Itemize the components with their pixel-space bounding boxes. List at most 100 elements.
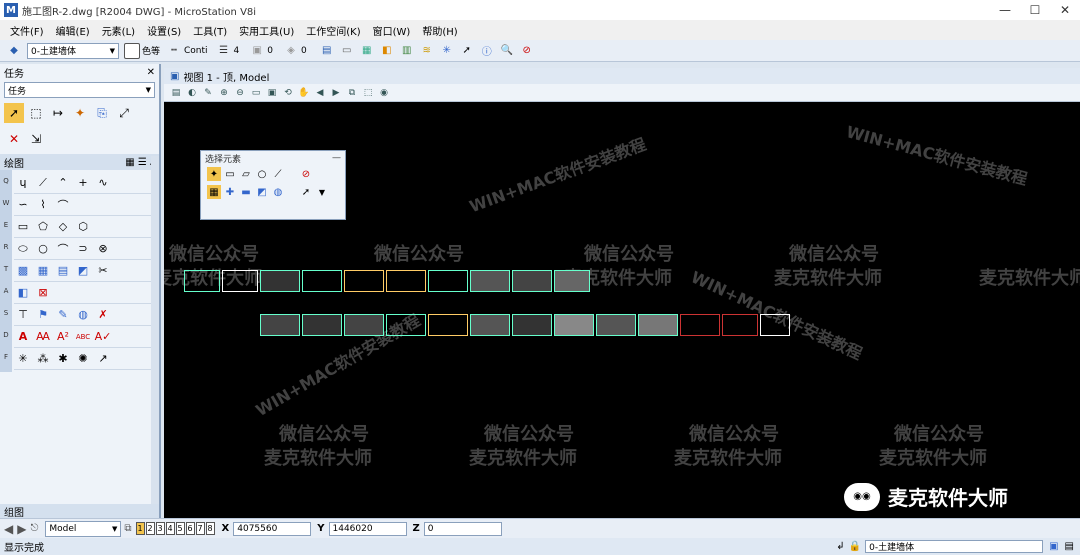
shape-select-icon[interactable]: ▱	[239, 167, 253, 181]
camera-icon[interactable]: ◉	[378, 87, 390, 99]
line-select-icon[interactable]: ⟋	[271, 167, 285, 181]
view-button-6[interactable]: 6	[185, 522, 195, 535]
drawing-sheet[interactable]	[760, 314, 790, 336]
hatch-icon[interactable]: ▩	[14, 262, 32, 280]
menu-settings[interactable]: 设置(S)	[147, 23, 181, 38]
color-icon[interactable]	[124, 42, 140, 59]
text-icon[interactable]: A	[14, 328, 32, 346]
delete-pattern-icon[interactable]: ✂	[94, 262, 112, 280]
drawing-sheet[interactable]	[386, 270, 426, 292]
drawing-sheet[interactable]	[470, 270, 510, 292]
clear-select-icon[interactable]: ◍	[271, 185, 285, 199]
priority-value[interactable]: 0	[301, 46, 307, 56]
measure-icon[interactable]: ⇲	[26, 129, 46, 149]
polyline-icon[interactable]: ⌒	[54, 196, 72, 214]
update-icon[interactable]: ✎	[202, 87, 214, 99]
drawing-section-header[interactable]: 绘图 ▦ ☰ ▴	[0, 154, 159, 170]
menu-edit[interactable]: 编辑(E)	[56, 23, 90, 38]
select-arrow-icon[interactable]: ➚	[459, 43, 475, 59]
individual-select-icon[interactable]: ✦	[207, 167, 221, 181]
dimension-angular-icon[interactable]: ✱	[54, 350, 72, 368]
drawing-sheet[interactable]	[554, 314, 594, 336]
drawing-sheet[interactable]	[596, 314, 636, 336]
leader-icon[interactable]: ↗	[94, 350, 112, 368]
linestyle-icon[interactable]: ┅	[166, 43, 182, 59]
display-style-icon[interactable]: ◐	[186, 87, 198, 99]
info-icon[interactable]: ⓘ	[479, 43, 495, 59]
copy-view-icon[interactable]: ⧉	[346, 87, 358, 99]
view-button-4[interactable]: 4	[165, 522, 175, 535]
weight-value[interactable]: 4	[234, 46, 240, 56]
search-icon[interactable]: 🔍	[499, 43, 515, 59]
menu-help[interactable]: 帮助(H)	[422, 23, 457, 38]
message-icon[interactable]: ▤	[1065, 541, 1074, 552]
save-icon[interactable]: ▣	[1049, 541, 1058, 552]
y-coordinate-field[interactable]: 1446020	[328, 521, 407, 536]
element-selection-icon[interactable]: ➚	[4, 103, 24, 123]
references-icon[interactable]: ▦	[359, 43, 375, 59]
subtract-select-icon[interactable]: ▬	[239, 185, 253, 199]
arc-angle-icon[interactable]: ⊗	[94, 240, 112, 258]
transparency-icon[interactable]: ▣	[249, 43, 265, 59]
polygon-icon[interactable]: ⬠	[34, 218, 52, 236]
text-edit-icon[interactable]: A²	[54, 328, 72, 346]
delete-tag-icon[interactable]: ✗	[94, 306, 112, 324]
drawing-sheet[interactable]	[428, 314, 468, 336]
menu-utilities[interactable]: 实用工具(U)	[239, 23, 294, 38]
drawing-sheet[interactable]	[260, 270, 300, 292]
abc-icon[interactable]: ABC	[74, 328, 92, 346]
raster-icon[interactable]: ◧	[379, 43, 395, 59]
regular-polygon-icon[interactable]: ⬡	[74, 218, 92, 236]
pan-icon[interactable]: ✋	[298, 87, 310, 99]
fit-view-icon[interactable]: ▣	[266, 87, 278, 99]
view-button-7[interactable]: 7	[195, 522, 205, 535]
drawing-sheet[interactable]	[428, 270, 468, 292]
group-section-header[interactable]: 组图	[0, 504, 159, 519]
drawing-sheet[interactable]	[344, 270, 384, 292]
view-button-5[interactable]: 5	[175, 522, 185, 535]
drawing-sheet[interactable]	[722, 314, 758, 336]
place-text-icon[interactable]: ⊤	[14, 306, 32, 324]
dimension-icon[interactable]: ✳	[14, 350, 32, 368]
shape-icon[interactable]: ◇	[54, 218, 72, 236]
snap-mode-icon[interactable]: ↲	[836, 541, 844, 552]
drawing-sheet[interactable]	[554, 270, 590, 292]
add-select-icon[interactable]: ✚	[223, 185, 237, 199]
rectangle-icon[interactable]: ▭	[14, 218, 32, 236]
pointer-icon[interactable]: ➚	[299, 185, 313, 199]
smartline-icon[interactable]: ɥ	[14, 174, 32, 192]
group-icon[interactable]: ◧	[14, 284, 32, 302]
curve-icon[interactable]: ∽	[14, 196, 32, 214]
menu-element[interactable]: 元素(L)	[102, 23, 135, 38]
spline-icon[interactable]: ∿	[94, 174, 112, 192]
circle-icon[interactable]: ○	[34, 240, 52, 258]
scale-icon[interactable]: ⤢	[114, 103, 134, 123]
ungroup-icon[interactable]: ⊠	[34, 284, 52, 302]
drawing-sheet[interactable]	[638, 314, 678, 336]
priority-icon[interactable]: ◈	[283, 43, 299, 59]
move-icon[interactable]: ↦	[48, 103, 68, 123]
fill-icon[interactable]: ◩	[74, 262, 92, 280]
level-combo[interactable]: 0-土建墙体 ▼	[27, 42, 119, 59]
view-attributes-icon[interactable]: ▤	[170, 87, 182, 99]
close-button[interactable]: ✕	[1050, 0, 1080, 20]
delete-icon[interactable]: ✕	[4, 129, 24, 149]
drawing-sheet[interactable]	[260, 314, 300, 336]
linestyle-label[interactable]: Conti	[184, 46, 208, 56]
circle-select-icon[interactable]: ○	[255, 167, 269, 181]
dimension-linear-icon[interactable]: ⁂	[34, 350, 52, 368]
block-select-icon[interactable]: ▭	[223, 167, 237, 181]
view-groups-icon[interactable]: ⧉	[124, 523, 131, 534]
chevron-icon[interactable]: ⌃	[54, 174, 72, 192]
menu-window[interactable]: 窗口(W)	[373, 23, 411, 38]
drawing-sheet[interactable]	[344, 314, 384, 336]
menu-file[interactable]: 文件(F)	[10, 23, 44, 38]
new-file-icon[interactable]: ▭	[339, 43, 355, 59]
dimension-radial-icon[interactable]: ✺	[74, 350, 92, 368]
tag-icon[interactable]: ⚑	[34, 306, 52, 324]
view-button-8[interactable]: 8	[205, 522, 215, 535]
menu-tools[interactable]: 工具(T)	[193, 23, 227, 38]
drawing-sheet[interactable]	[184, 270, 220, 292]
crosshatch-icon[interactable]: ▦	[34, 262, 52, 280]
drawing-sheet[interactable]	[302, 270, 342, 292]
